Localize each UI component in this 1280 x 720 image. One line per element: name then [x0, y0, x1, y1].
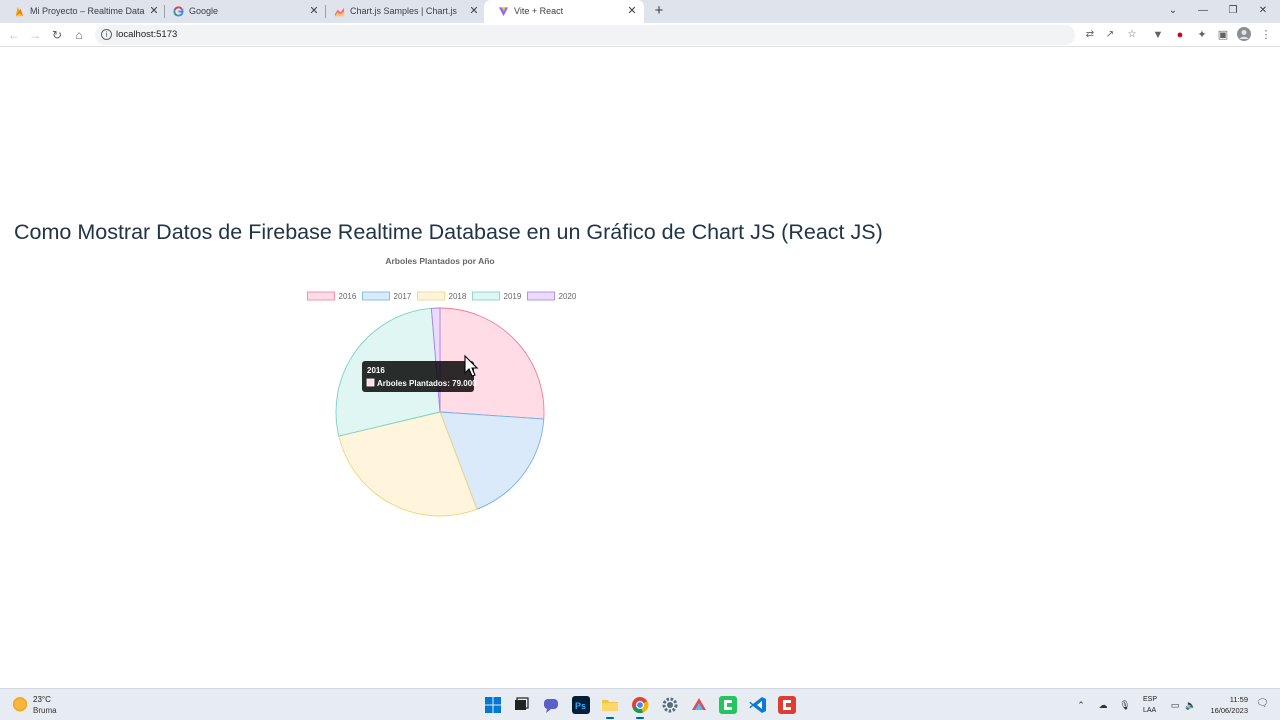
browser-toolbar: ← → ↻ ⌂ i localhost:5173 ⇄ ↗ ☆ ▼ ● ✦ ▣ ⋮	[0, 23, 1280, 47]
pie-slices	[335, 307, 545, 517]
pie-chart[interactable]: Arboles Plantados por Año 2016 2017 2018 20…	[290, 248, 590, 528]
network-icon[interactable]: ▭	[1168, 698, 1182, 712]
minimize-icon[interactable]: —	[1196, 3, 1210, 19]
tooltip-title: 2016	[367, 366, 385, 375]
chat-icon[interactable]	[542, 696, 560, 714]
svg-text:Ps: Ps	[575, 701, 586, 711]
chart-tooltip: 2016 Arboles Plantados: 79.000	[362, 361, 477, 392]
legend-label-2018[interactable]: 2018	[449, 292, 467, 301]
tab-vite-react[interactable]: Vite + React ✕	[484, 0, 644, 23]
vite-icon	[498, 7, 509, 17]
browser-menu-icon[interactable]: ⋮	[1258, 27, 1274, 43]
chartjs-icon	[334, 7, 345, 17]
volume-icon[interactable]: 🔈	[1184, 698, 1198, 712]
camtasia-icon[interactable]	[719, 696, 737, 714]
firebase-icon	[15, 6, 24, 17]
photoshop-icon[interactable]: Ps	[572, 696, 590, 714]
tab-title: Chart.js Samples | Chart.js	[350, 6, 457, 16]
vpn-extension-icon[interactable]: ▼	[1150, 27, 1166, 43]
tab-title: Vite + React	[514, 6, 564, 16]
share-icon[interactable]: ↗	[1103, 28, 1117, 42]
clock-time[interactable]: 11:59	[1230, 695, 1248, 704]
start-windows-icon[interactable]	[484, 696, 502, 714]
address-bar[interactable]: i localhost:5173 ⇄ ↗ ☆	[95, 25, 1136, 45]
tab-chartjs[interactable]: Chart.js Samples | Chart.js ✕	[320, 0, 484, 23]
forward-icon[interactable]: →	[27, 27, 43, 43]
legend-label-2019[interactable]: 2019	[504, 292, 522, 301]
weather-sun-icon[interactable]	[12, 697, 28, 713]
paint-app-icon[interactable]	[690, 696, 708, 714]
home-icon[interactable]: ⌂	[71, 27, 87, 43]
page-viewport: Como Mostrar Datos de Firebase Realtime …	[0, 48, 1280, 688]
legend-label-2017[interactable]: 2017	[394, 292, 412, 301]
microphone-icon[interactable]: 🎙	[1118, 698, 1132, 712]
close-window-icon[interactable]: ✕	[1256, 3, 1270, 19]
close-tab-icon[interactable]: ✕	[626, 5, 638, 17]
vscode-icon[interactable]	[749, 696, 767, 714]
chrome-icon[interactable]	[631, 696, 649, 719]
file-explorer-icon[interactable]	[601, 696, 619, 719]
url-text: localhost:5173	[116, 29, 178, 40]
legend-swatch-2019[interactable]	[472, 291, 500, 301]
site-info-icon[interactable]: i	[101, 29, 112, 40]
keyboard-layout-indicator[interactable]: LAA	[1143, 707, 1156, 714]
browser-window: Mi Proyecto – Realtime Database ✕ Google…	[0, 0, 1280, 688]
tab-firebase[interactable]: Mi Proyecto – Realtime Database ✕	[0, 0, 163, 23]
back-icon[interactable]: ←	[6, 27, 22, 43]
profile-avatar[interactable]	[1236, 27, 1252, 43]
windows-taskbar: 23°C Bruma Ps ⌃ ☁ 🎙 ESP LAA ▭ 🔈 11:59 16…	[0, 688, 1280, 720]
opera-extension-icon[interactable]: ●	[1172, 27, 1188, 43]
restore-icon[interactable]: ❐	[1226, 3, 1240, 19]
cloud-offline-icon[interactable]: ☁	[1096, 698, 1110, 712]
notifications-icon[interactable]: 🗨	[1256, 698, 1269, 710]
tab-search-icon[interactable]: ⌄	[1166, 3, 1180, 19]
settings-gear-icon[interactable]	[661, 696, 679, 714]
tab-title: Mi Proyecto – Realtime Database	[30, 6, 145, 16]
legend-swatch-2020[interactable]	[527, 291, 555, 301]
chart-legend: 2016 2017 2018 2019 2020	[307, 291, 577, 301]
new-tab-button[interactable]: +	[651, 3, 667, 19]
tooltip-label: Arboles Plantados: 79.000	[377, 379, 477, 388]
tab-strip: Mi Proyecto – Realtime Database ✕ Google…	[0, 0, 1280, 23]
legend-label-2016[interactable]: 2016	[339, 292, 357, 301]
recorder-app-icon[interactable]	[778, 696, 796, 714]
legend-label-2020[interactable]: 2020	[559, 292, 577, 301]
legend-swatch-2016[interactable]	[307, 291, 335, 301]
tooltip-color-swatch	[366, 378, 375, 387]
chart-title: Arboles Plantados por Año	[385, 256, 494, 266]
side-panel-icon[interactable]: ▣	[1215, 27, 1231, 43]
language-indicator[interactable]: ESP	[1143, 696, 1157, 703]
google-icon	[173, 6, 184, 17]
weather-description: Bruma	[33, 706, 57, 715]
tab-google[interactable]: Google ✕	[159, 0, 324, 23]
close-tab-icon[interactable]: ✕	[308, 5, 320, 17]
tab-title: Google	[189, 6, 219, 16]
bookmark-star-icon[interactable]: ☆	[1125, 28, 1139, 42]
page-title: Como Mostrar Datos de Firebase Realtime …	[14, 220, 883, 244]
clock-date[interactable]: 16/06/2023	[1210, 706, 1248, 715]
legend-swatch-2018[interactable]	[417, 291, 445, 301]
close-tab-icon[interactable]: ✕	[468, 5, 480, 17]
legend-swatch-2017[interactable]	[362, 291, 390, 301]
task-view-icon[interactable]	[512, 696, 530, 714]
translate-icon[interactable]: ⇄	[1083, 28, 1097, 42]
tray-chevron-up-icon[interactable]: ⌃	[1074, 698, 1088, 712]
extensions-puzzle-icon[interactable]: ✦	[1194, 27, 1210, 43]
reload-icon[interactable]: ↻	[49, 27, 65, 43]
weather-temperature: 23°C	[33, 695, 51, 704]
